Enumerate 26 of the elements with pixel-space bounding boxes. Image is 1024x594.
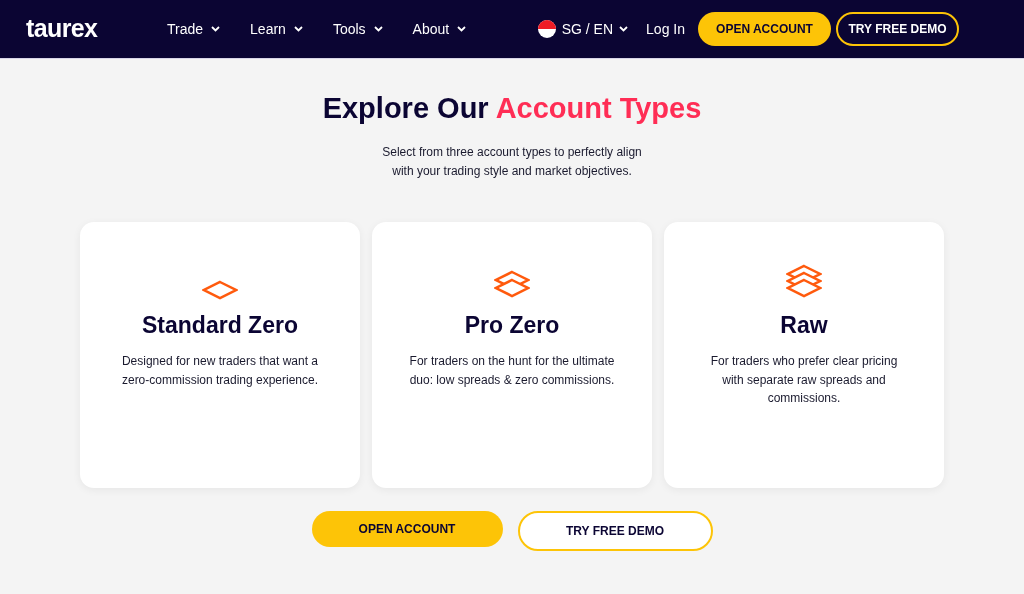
card-title: Raw [780,310,828,340]
page-subtitle: Select from three account types to perfectly align with your trading style and market objectives. [382,143,642,180]
open-account-button[interactable]: OPEN ACCOUNT [311,510,503,547]
chevron-down-icon [619,26,629,32]
card-title: Standard Zero [142,310,298,340]
card-description: For traders who prefer clear pricing with separate raw spreads and commissions. [709,353,899,407]
try-demo-button[interactable]: TRY FREE DEMO [836,12,959,46]
try-demo-button[interactable]: TRY FREE DEMO [517,510,713,551]
card-description: Designed for new traders that want a zero-commission trading experience. [120,353,320,389]
login-link[interactable]: Log In [646,18,685,40]
nav-menu[interactable]: Trade [166,18,222,40]
chevron-down-icon [457,26,467,32]
diamond-icon [202,279,238,300]
nav-menu[interactable]: About [411,18,468,40]
locale-selector[interactable]: SG / EN [537,18,629,40]
chevron-down-icon [211,26,221,32]
nav-menu[interactable]: Tools [331,18,384,40]
card-title: Pro Zero [464,310,560,340]
open-account-button[interactable]: OPEN ACCOUNT [698,12,831,46]
page-heading: Explore Our Account Types [322,91,702,126]
card-description: For traders on the hunt for the ultimate duo: low spreads & zero commissions. [408,353,616,389]
chevron-down-icon [293,26,303,32]
nav-menu[interactable]: Learn [249,18,304,40]
chevron-down-icon [373,26,383,32]
flag-icon [537,20,556,38]
logo[interactable]: taurex [26,10,166,48]
